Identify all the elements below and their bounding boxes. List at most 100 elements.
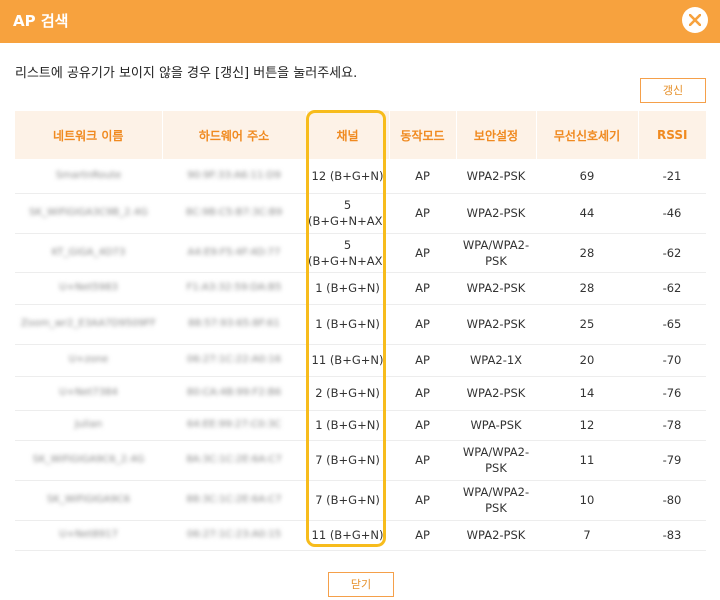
cell-security: WPA2-PSK bbox=[456, 520, 536, 551]
cell-channel: 1 (B+G+N) bbox=[306, 304, 389, 345]
cell-mac: A4:E9:F5:4F:4D:77 bbox=[162, 233, 306, 273]
cell-channel: 11 (B+G+N) bbox=[306, 344, 389, 377]
cell-signal: 20 bbox=[536, 344, 638, 377]
cell-ssid: Zoom_wr2_E3AA7D9509FF bbox=[15, 304, 162, 345]
cell-rssi: -76 bbox=[638, 376, 706, 411]
cell-mac: 88:57:93:65:8F:61 bbox=[162, 304, 306, 345]
ap-table: 네트워크 이름 하드웨어 주소 채널 동작모드 보안설정 무선신호세기 RSSI… bbox=[15, 111, 706, 551]
cell-security: WPA/WPA2-PSK bbox=[456, 480, 536, 521]
cell-signal: 11 bbox=[536, 440, 638, 481]
cell-ssid: U+Net7384 bbox=[15, 376, 162, 411]
cell-ssid: SK_WiFiGIGA3C9B_2.4G bbox=[15, 193, 162, 234]
cell-signal: 25 bbox=[536, 304, 638, 345]
cell-mac: F1:A3:32:59:DA:B5 bbox=[162, 272, 306, 305]
cell-mode: AP bbox=[389, 159, 456, 194]
cell-mac: 8A:3C:1C:2E:6A:C7 bbox=[162, 440, 306, 481]
close-button[interactable] bbox=[682, 7, 708, 33]
cell-ssid: SK_WiFiGIGA9C6_2.4G bbox=[15, 440, 162, 481]
cell-channel: 7 (B+G+N) bbox=[306, 440, 389, 481]
column-header-mode[interactable]: 동작모드 bbox=[389, 111, 457, 159]
cell-signal: 28 bbox=[536, 272, 638, 305]
cell-channel: 1 (B+G+N) bbox=[306, 410, 389, 441]
column-header-rssi[interactable]: RSSI bbox=[638, 111, 706, 159]
column-header-ssid[interactable]: 네트워크 이름 bbox=[15, 111, 163, 159]
cell-mac: 80:CA:4B:99:F2:B6 bbox=[162, 376, 306, 411]
cell-mode: AP bbox=[389, 480, 456, 521]
cell-signal: 28 bbox=[536, 233, 638, 273]
cell-rssi: -83 bbox=[638, 520, 706, 551]
column-header-channel[interactable]: 채널 bbox=[306, 111, 390, 159]
refresh-button[interactable]: 갱신 bbox=[640, 78, 706, 103]
cell-signal: 10 bbox=[536, 480, 638, 521]
table-row[interactable]: SK_WiFiGIGA9C6 88:3C:1C:2E:6A:C7 7 (B+G+N)… bbox=[15, 480, 706, 521]
table-row[interactable]: SK_WiFiGIGA9C6_2.4G 8A:3C:1C:2E:6A:C7 7 (B… bbox=[15, 440, 706, 481]
cell-mac: 06:27:1C:23:A0:15 bbox=[162, 520, 306, 551]
cell-channel: 5 (B+G+N+AX) bbox=[306, 193, 389, 234]
cell-mode: AP bbox=[389, 520, 456, 551]
cell-rssi: -80 bbox=[638, 480, 706, 521]
cell-signal: 14 bbox=[536, 376, 638, 411]
cell-ssid: KT_GiGA_4D73 bbox=[15, 233, 162, 273]
table-row[interactable]: U+Net7384 80:CA:4B:99:F2:B6 2 (B+G+N) AP WPA… bbox=[15, 376, 706, 411]
cell-channel: 7 (B+G+N) bbox=[306, 480, 389, 521]
cell-mode: AP bbox=[389, 272, 456, 305]
close-icon bbox=[689, 14, 701, 26]
cell-signal: 44 bbox=[536, 193, 638, 234]
cell-rssi: -70 bbox=[638, 344, 706, 377]
cell-channel: 12 (B+G+N) bbox=[306, 159, 389, 194]
dialog-header: AP 검색 bbox=[0, 0, 720, 43]
table-row[interactable]: Zoom_wr2_E3AA7D9509FF 88:57:93:65:8F:61 1 … bbox=[15, 304, 706, 345]
column-header-mac[interactable]: 하드웨어 주소 bbox=[162, 111, 307, 159]
table-row[interactable]: U+zone 06:27:1C:22:A0:16 11 (B+G+N) AP WPA2-… bbox=[15, 344, 706, 377]
cell-mode: AP bbox=[389, 304, 456, 345]
cell-rssi: -46 bbox=[638, 193, 706, 234]
cell-rssi: -78 bbox=[638, 410, 706, 441]
cell-mac: 90:9F:33:A6:11:D9 bbox=[162, 159, 306, 194]
cell-mode: AP bbox=[389, 193, 456, 234]
cell-rssi: -79 bbox=[638, 440, 706, 481]
cell-signal: 7 bbox=[536, 520, 638, 551]
dialog-title: AP 검색 bbox=[13, 12, 69, 30]
cell-mac: 64:EE:99:27:C0:3C bbox=[162, 410, 306, 441]
cell-ssid: Julian bbox=[15, 410, 162, 441]
cell-channel: 5 (B+G+N+AX) bbox=[306, 233, 389, 273]
table-row[interactable]: SK_WiFiGIGA3C9B_2.4G 8C:9B:C5:B7:3C:B9 5 (… bbox=[15, 193, 706, 234]
cell-mode: AP bbox=[389, 440, 456, 481]
cell-mac: 06:27:1C:22:A0:16 bbox=[162, 344, 306, 377]
cell-security: WPA-PSK bbox=[456, 410, 536, 441]
table-row[interactable]: U+Net8917 06:27:1C:23:A0:15 11 (B+G+N) AP WP… bbox=[15, 520, 706, 551]
cell-mac: 8C:9B:C5:B7:3C:B9 bbox=[162, 193, 306, 234]
cell-ssid: U+Net8917 bbox=[15, 520, 162, 551]
cell-ssid: SmartnRoute bbox=[15, 159, 162, 194]
cell-mode: AP bbox=[389, 410, 456, 441]
cell-security: WPA2-PSK bbox=[456, 376, 536, 411]
cell-rssi: -21 bbox=[638, 159, 706, 194]
cell-security: WPA2-PSK bbox=[456, 159, 536, 194]
cell-mode: AP bbox=[389, 233, 456, 273]
cell-ssid: SK_WiFiGIGA9C6 bbox=[15, 480, 162, 521]
cell-channel: 11 (B+G+N) bbox=[306, 520, 389, 551]
table-row[interactable]: Julian 64:EE:99:27:C0:3C 1 (B+G+N) AP WPA-PS… bbox=[15, 410, 706, 441]
cell-security: WPA2-PSK bbox=[456, 304, 536, 345]
close-dialog-button[interactable]: 닫기 bbox=[328, 572, 394, 597]
column-header-signal[interactable]: 무선신호세기 bbox=[536, 111, 639, 159]
cell-rssi: -65 bbox=[638, 304, 706, 345]
column-header-security[interactable]: 보안설정 bbox=[456, 111, 537, 159]
cell-security: WPA/WPA2-PSK bbox=[456, 440, 536, 481]
cell-channel: 1 (B+G+N) bbox=[306, 272, 389, 305]
cell-security: WPA2-PSK bbox=[456, 193, 536, 234]
cell-signal: 12 bbox=[536, 410, 638, 441]
cell-rssi: -62 bbox=[638, 272, 706, 305]
table-header-row: 네트워크 이름 하드웨어 주소 채널 동작모드 보안설정 무선신호세기 RSSI bbox=[15, 111, 706, 159]
cell-ssid: U+Net5983 bbox=[15, 272, 162, 305]
cell-security: WPA2-1X bbox=[456, 344, 536, 377]
table-row[interactable]: U+Net5983 F1:A3:32:59:DA:B5 1 (B+G+N) AP WPA… bbox=[15, 272, 706, 305]
cell-signal: 69 bbox=[536, 159, 638, 194]
table-row[interactable]: KT_GiGA_4D73 A4:E9:F5:4F:4D:77 5 (B+G+N+AX… bbox=[15, 233, 706, 273]
table-row[interactable]: SmartnRoute 90:9F:33:A6:11:D9 12 (B+G+N) AP… bbox=[15, 159, 706, 194]
cell-mac: 88:3C:1C:2E:6A:C7 bbox=[162, 480, 306, 521]
cell-ssid: U+zone bbox=[15, 344, 162, 377]
cell-mode: AP bbox=[389, 376, 456, 411]
cell-rssi: -62 bbox=[638, 233, 706, 273]
instruction-text: 리스트에 공유기가 보이지 않을 경우 [갱신] 버튼을 눌러주세요. bbox=[15, 66, 358, 81]
